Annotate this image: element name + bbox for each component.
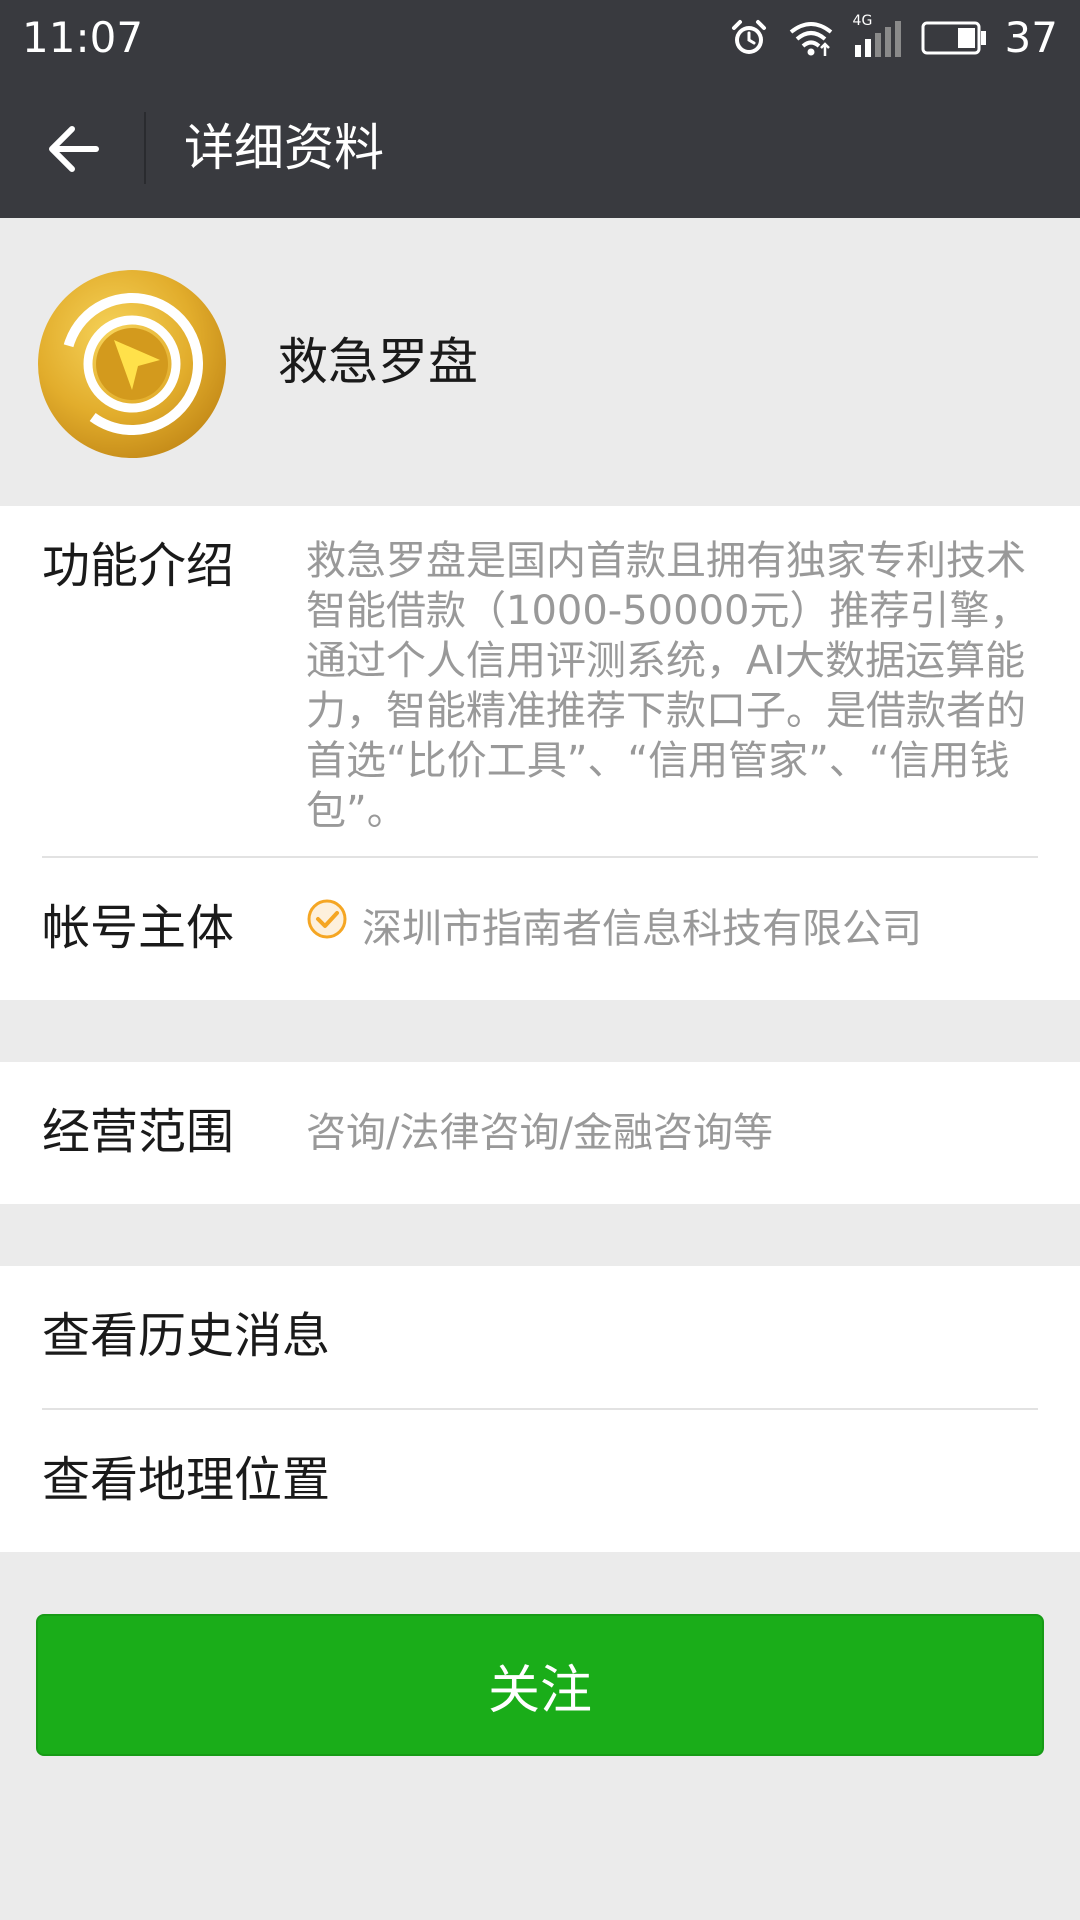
compass-logo xyxy=(38,270,226,458)
entity-label: 帐号主体 xyxy=(42,900,235,956)
intro-text: 救急罗盘是国内首款且拥有独家专利技术智能借款（1000-50000元）推荐引擎，… xyxy=(306,538,1030,834)
back-button[interactable] xyxy=(30,106,116,192)
network-type: 4G xyxy=(852,13,873,29)
actions-card: 查看历史消息 查看地理位置 xyxy=(0,1266,1080,1552)
wifi-icon xyxy=(787,18,835,58)
battery-percent: 37 xyxy=(1004,13,1058,62)
intro-label: 功能介绍 xyxy=(42,538,235,594)
verified-check-icon xyxy=(307,899,347,939)
arrow-left-icon xyxy=(49,126,99,172)
history-messages-label: 查看历史消息 xyxy=(42,1308,331,1364)
title-bar: 详细资料 xyxy=(0,76,1080,218)
view-location-label: 查看地理位置 xyxy=(42,1452,331,1508)
business-card: 经营范围 咨询/法律咨询/金融咨询等 xyxy=(0,1062,1080,1204)
status-icons: 4G 37 xyxy=(729,10,1058,66)
alarm-icon xyxy=(729,18,769,58)
status-bar: 11:07 4G 37 xyxy=(0,0,1080,76)
details-card: 功能介绍 救急罗盘是国内首款且拥有独家专利技术智能借款（1000-50000元）… xyxy=(0,506,1080,1000)
signal-icon: 4G xyxy=(853,13,903,59)
status-time: 11:07 xyxy=(22,13,144,62)
battery-icon xyxy=(921,21,987,55)
page-title: 详细资料 xyxy=(184,119,384,177)
title-divider xyxy=(144,112,146,184)
account-name: 救急罗盘 xyxy=(278,333,478,391)
avatar[interactable] xyxy=(36,268,228,460)
view-location-item[interactable]: 查看地理位置 xyxy=(0,1410,1080,1552)
business-value: 咨询/法律咨询/金融咨询等 xyxy=(306,1110,773,1156)
profile-header: 救急罗盘 xyxy=(0,218,1080,506)
follow-button[interactable]: 关注 xyxy=(36,1614,1044,1756)
entity-value[interactable]: 深圳市指南者信息科技有限公司 xyxy=(362,904,922,954)
divider xyxy=(42,856,1038,858)
history-messages-item[interactable]: 查看历史消息 xyxy=(0,1266,1080,1408)
business-label: 经营范围 xyxy=(42,1104,235,1160)
